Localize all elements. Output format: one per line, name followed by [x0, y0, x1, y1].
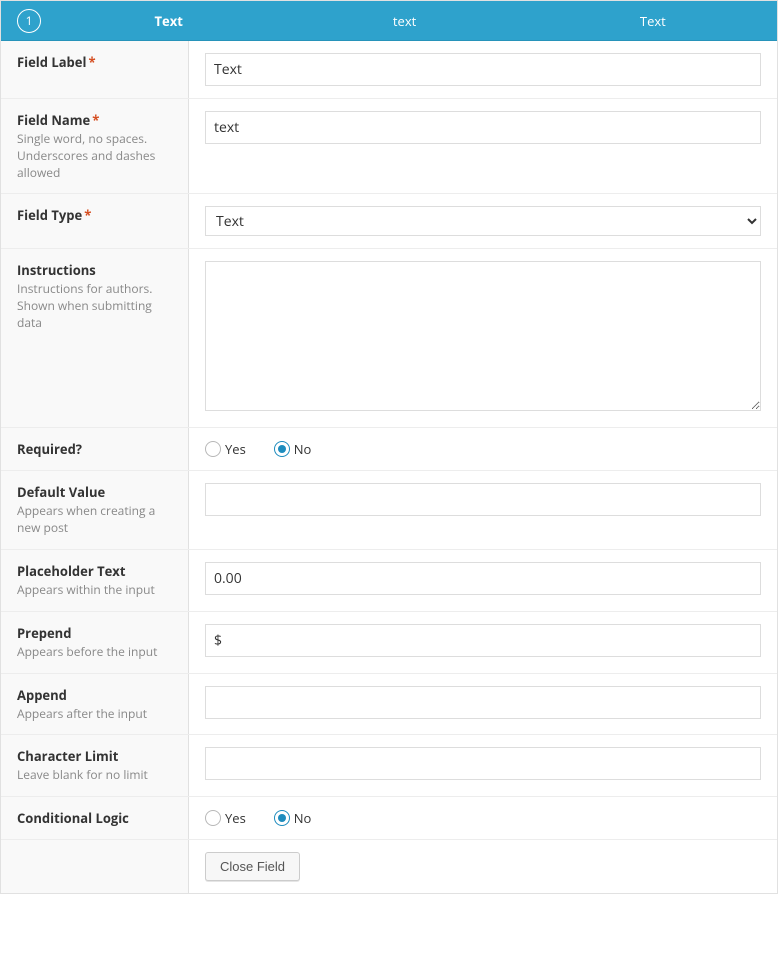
field-label-label: Field Label: [17, 53, 86, 71]
character-limit-desc: Leave blank for no limit: [17, 767, 176, 784]
prepend-desc: Appears before the input: [17, 644, 176, 661]
row-default-value: Default Value Appears when creating a ne…: [1, 471, 777, 550]
row-field-label: Field Label*: [1, 41, 777, 99]
append-input[interactable]: [205, 686, 761, 719]
prepend-label: Prepend: [17, 624, 71, 642]
instructions-desc: Instructions for authors. Shown when sub…: [17, 281, 176, 331]
required-label: Required?: [17, 440, 82, 458]
row-append: Append Appears after the input: [1, 674, 777, 736]
required-yes-radio[interactable]: [205, 441, 221, 457]
header-field-name: text: [280, 12, 528, 30]
required-marker: *: [88, 53, 95, 71]
row-conditional-logic: Conditional Logic Yes No: [1, 797, 777, 840]
character-limit-label: Character Limit: [17, 747, 118, 765]
required-marker: *: [84, 206, 91, 224]
required-marker: *: [92, 111, 99, 129]
append-label: Append: [17, 686, 67, 704]
default-value-label: Default Value: [17, 483, 105, 501]
row-placeholder-text: Placeholder Text Appears within the inpu…: [1, 550, 777, 612]
prepend-input[interactable]: [205, 624, 761, 657]
append-desc: Appears after the input: [17, 706, 176, 723]
header-field-type: Text: [529, 12, 777, 30]
row-field-name: Field Name* Single word, no spaces. Unde…: [1, 99, 777, 194]
field-name-label: Field Name: [17, 111, 90, 129]
field-name-input[interactable]: [205, 111, 761, 144]
header-field-label: Text: [57, 12, 280, 30]
field-order-number: 1: [17, 9, 41, 33]
conditional-no-radio[interactable]: [274, 810, 290, 826]
default-value-input[interactable]: [205, 483, 761, 516]
required-yes-label: Yes: [225, 440, 246, 458]
conditional-logic-label: Conditional Logic: [17, 809, 129, 827]
row-character-limit: Character Limit Leave blank for no limit: [1, 735, 777, 797]
required-no-label: No: [294, 440, 312, 458]
default-value-desc: Appears when creating a new post: [17, 503, 176, 537]
conditional-logic-radio-group: Yes No: [205, 809, 761, 827]
row-instructions: Instructions Instructions for authors. S…: [1, 249, 777, 428]
field-label-input[interactable]: [205, 53, 761, 86]
field-editor-panel: 1 Text text Text Field Label* Field Name…: [0, 0, 778, 894]
required-no-radio[interactable]: [274, 441, 290, 457]
instructions-textarea[interactable]: [205, 261, 761, 411]
field-type-select[interactable]: Text: [205, 206, 761, 236]
placeholder-text-input[interactable]: [205, 562, 761, 595]
field-name-desc: Single word, no spaces. Underscores and …: [17, 131, 176, 181]
field-header[interactable]: 1 Text text Text: [1, 1, 777, 41]
character-limit-input[interactable]: [205, 747, 761, 780]
field-order: 1: [1, 9, 57, 33]
placeholder-text-label: Placeholder Text: [17, 562, 125, 580]
instructions-label: Instructions: [17, 261, 96, 279]
field-type-label: Field Type: [17, 206, 82, 224]
row-footer: Close Field: [1, 840, 777, 893]
close-field-button[interactable]: Close Field: [205, 852, 300, 881]
row-required: Required? Yes No: [1, 428, 777, 471]
conditional-no-label: No: [294, 809, 312, 827]
conditional-yes-radio[interactable]: [205, 810, 221, 826]
row-prepend: Prepend Appears before the input: [1, 612, 777, 674]
conditional-yes-label: Yes: [225, 809, 246, 827]
row-field-type: Field Type* Text: [1, 194, 777, 249]
placeholder-text-desc: Appears within the input: [17, 582, 176, 599]
required-radio-group: Yes No: [205, 440, 761, 458]
